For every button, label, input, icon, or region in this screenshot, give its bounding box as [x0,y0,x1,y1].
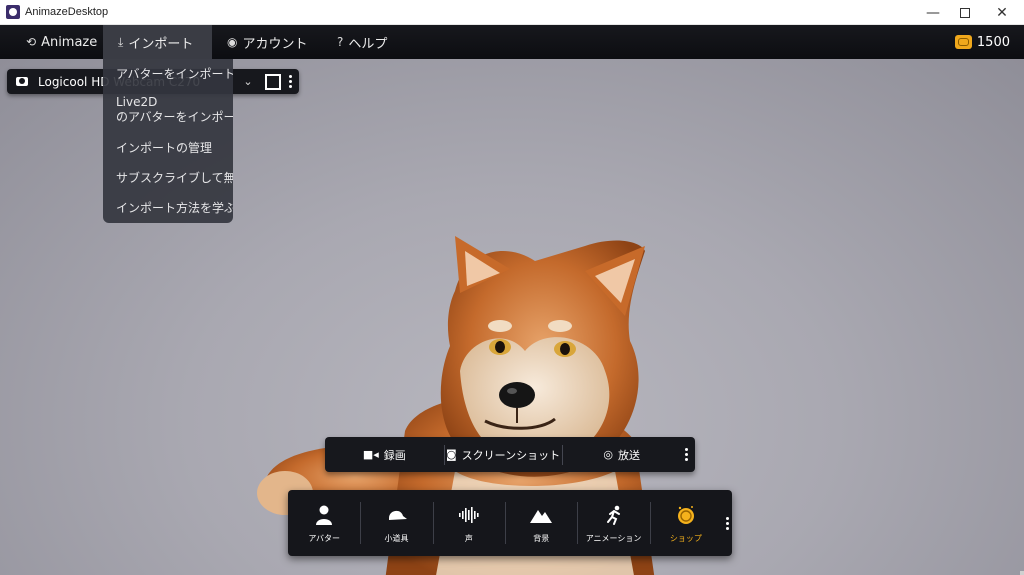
coin-count: 1500 [976,34,1010,50]
menu-item-import-live2d-line1: Live2D [116,95,158,109]
tool-shop-label: ショップ [669,533,702,543]
menu-account-label: アカウント [242,36,308,52]
tool-props[interactable]: 小道具 [360,490,432,556]
menu-animaze-label: Animaze [41,34,98,50]
menu-item-manage-imports[interactable]: インポートの管理 [116,141,233,156]
tool-props-label: 小道具 [384,533,409,543]
menu-bar: ⟲ Animaze ⤓ インポート ◉ アカウント ? ヘルプ 1500 [0,25,1024,59]
menu-import-label: インポート [128,36,194,52]
menu-account[interactable]: ◉ アカウント [227,25,308,59]
tool-background-label: 背景 [533,533,550,543]
import-dropdown-menu: アバターをインポート Live2D のアバターをインポート インポートの管理 サ… [103,59,233,223]
menu-item-learn-import[interactable]: インポート方法を学ぶ [116,201,233,216]
tool-avatar-label: アバター [308,533,341,543]
menu-import[interactable]: ⤓ インポート [103,25,212,59]
close-icon[interactable]: ✕ [985,0,1019,25]
more-vertical-icon[interactable] [681,448,691,461]
running-icon [604,503,624,527]
menu-item-import-avatar[interactable]: アバターをインポート [116,67,233,82]
tool-animation[interactable]: アニメーション [577,490,649,556]
soundwave-icon [458,503,480,527]
coins-icon [954,35,972,49]
record-button[interactable]: ■◂ 録画 [325,437,444,472]
menu-help[interactable]: ? ヘルプ [337,25,387,59]
broadcast-button[interactable]: ◎ 放送 [562,437,681,472]
coin-balance[interactable]: 1500 [954,25,1010,59]
menu-item-import-live2d[interactable]: Live2D のアバターをインポート [116,95,233,125]
more-vertical-icon[interactable] [289,75,293,88]
avatar-stage: Logicool HD Webcam C270 ⌄ [0,59,1024,575]
camera-icon [16,77,28,86]
menu-item-import-live2d-line2: のアバターをインポート [116,110,233,124]
mountain-icon [530,503,553,527]
download-icon: ⤓ [118,34,124,49]
window-titlebar: AnimazeDesktop — ✕ [0,0,1024,25]
question-icon: ? [337,35,344,49]
window-title: AnimazeDesktop [25,6,109,18]
main-toolbar: アバター 小道具 声 背景 アニメーション ショップ [288,490,732,556]
tool-animation-label: アニメーション [585,533,642,543]
menu-help-label: ヘルプ [348,36,388,52]
maximize-icon[interactable] [948,0,982,25]
app-logo-icon [6,5,20,19]
more-vertical-icon[interactable] [722,490,732,556]
scrollbar-handle[interactable] [1020,571,1024,575]
user-circle-icon: ◉ [227,35,238,49]
chevron-down-icon[interactable]: ⌄ [237,75,259,88]
tool-voice-label: 声 [464,533,473,543]
coin-shop-icon [676,503,696,527]
tool-background[interactable]: 背景 [505,490,577,556]
camera-icon: ◙ [445,448,457,461]
video-camera-icon: ■◂ [362,448,379,461]
record-label: 録画 [383,448,406,462]
tool-voice[interactable]: 声 [432,490,505,556]
cap-icon [386,503,408,527]
tool-shop[interactable]: ショップ [649,490,722,556]
animaze-logo-icon: ⟲ [26,35,37,49]
menu-item-subscribe[interactable]: サブスクライブして無料 [116,171,233,186]
menu-animaze[interactable]: ⟲ Animaze [22,25,101,59]
capture-bar: ■◂ 録画 ◙ スクリーンショット ◎ 放送 [325,437,695,472]
broadcast-icon: ◎ [603,448,613,461]
screenshot-label: スクリーンショット [461,448,561,462]
camera-preview-toggle[interactable] [265,73,281,90]
tool-avatar[interactable]: アバター [288,490,360,556]
person-icon [315,503,333,527]
minimize-icon[interactable]: — [916,0,950,25]
screenshot-button[interactable]: ◙ スクリーンショット [443,437,563,472]
broadcast-label: 放送 [617,448,640,462]
